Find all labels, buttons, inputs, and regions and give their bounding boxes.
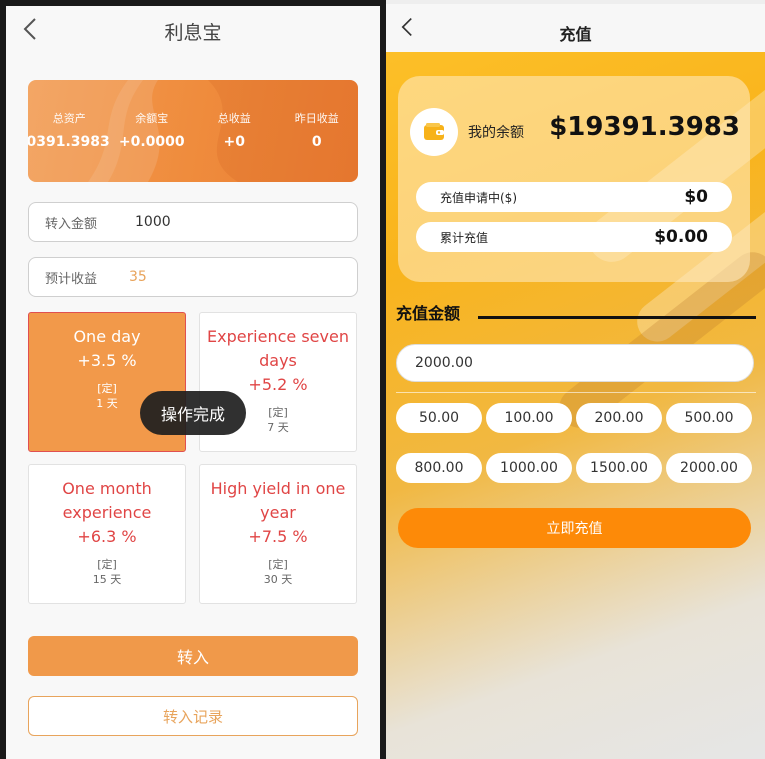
total-recharge-value: $0.00: [654, 227, 708, 247]
expected-income-label: 预计收益: [45, 271, 98, 287]
amount-chip[interactable]: 500.00: [666, 403, 752, 433]
amount-chip[interactable]: 2000.00: [666, 453, 752, 483]
right-header: 充值: [386, 0, 765, 52]
interest-treasure-page: 利息宝 总资产 20391.3983 余额宝 +0.0000 总收益 +: [6, 6, 380, 759]
plan-days: 15 天: [92, 573, 122, 586]
amount-chip[interactable]: 200.00: [576, 403, 662, 433]
plan-tag: [定]: [97, 558, 117, 571]
recharge-page: 充值 我的余额 $19391.3983 充值申请中($) $0 累计充值 $0.…: [386, 0, 765, 759]
screen: 利息宝 总资产 20391.3983 余额宝 +0.0000 总收益 +: [0, 0, 765, 759]
asset-label: 总资产: [52, 112, 86, 125]
pending-recharge-label: 充值申请中($): [440, 190, 517, 205]
plan-days: 30 天: [263, 573, 293, 586]
toast-message: 操作完成: [140, 391, 246, 435]
plan-name: Experience seven days: [207, 327, 349, 370]
plan-name: High yield in one year: [210, 479, 346, 522]
plan-card-one-month[interactable]: One month experience +6.3 % [定] 15 天: [28, 464, 186, 604]
transfer-amount-value[interactable]: 1000: [135, 214, 171, 230]
transfer-records-button[interactable]: 转入记录: [28, 696, 358, 736]
expected-income-field: 预计收益 35: [28, 257, 358, 297]
recharge-now-button[interactable]: 立即充值: [398, 508, 751, 548]
plan-name: One month experience: [62, 479, 152, 522]
expected-income-value: 35: [129, 269, 147, 285]
total-recharge-row: 累计充值 $0.00: [416, 222, 732, 252]
transfer-amount-field[interactable]: 转入金额 1000: [28, 202, 358, 242]
left-header: 利息宝: [6, 6, 380, 54]
transfer-in-button[interactable]: 转入: [28, 636, 358, 676]
page-title: 充值: [559, 25, 592, 44]
wallet-icon: [410, 108, 458, 156]
recharge-amount-input[interactable]: 2000.00: [396, 344, 754, 382]
asset-value: +0.0000: [118, 134, 185, 150]
amount-chip[interactable]: 1500.00: [576, 453, 662, 483]
amount-chip[interactable]: 100.00: [486, 403, 572, 433]
asset-value: +0: [223, 134, 245, 150]
asset-label: 昨日收益: [294, 112, 339, 125]
pending-recharge-row: 充值申请中($) $0: [416, 182, 732, 212]
balance-label: 我的余额: [468, 125, 524, 141]
divider: [396, 392, 756, 393]
plan-rate: +7.5 %: [248, 527, 308, 546]
asset-total: 总资产 20391.3983: [28, 110, 111, 150]
asset-value: 20391.3983: [28, 134, 110, 150]
wallet-card: 我的余额 $19391.3983 充值申请中($) $0 累计充值 $0.00: [398, 76, 750, 282]
asset-summary-card: 总资产 20391.3983 余额宝 +0.0000 总收益 +0 昨日收益 0: [28, 80, 358, 182]
plan-card-one-year[interactable]: High yield in one year +7.5 % [定] 30 天: [199, 464, 357, 604]
asset-label: 余额宝: [135, 112, 169, 125]
plan-rate: +3.5 %: [77, 351, 137, 370]
plan-tag: [定]: [268, 558, 288, 571]
transfer-amount-label: 转入金额: [45, 216, 98, 232]
amount-chip[interactable]: 800.00: [396, 453, 482, 483]
total-recharge-label: 累计充值: [440, 230, 489, 245]
pending-recharge-value: $0: [684, 187, 708, 207]
asset-value: 0: [311, 134, 322, 150]
plan-rate: +6.3 %: [77, 527, 137, 546]
amount-chip[interactable]: 1000.00: [486, 453, 572, 483]
balance-amount: $19391.3983: [549, 112, 740, 142]
asset-total-income: 总收益 +0: [193, 110, 276, 150]
asset-yesterday-income: 昨日收益 0: [276, 110, 359, 150]
asset-label: 总收益: [217, 112, 251, 125]
section-underline: [478, 316, 756, 319]
plan-name: One day: [73, 327, 141, 346]
recharge-amount-title: 充值金额: [396, 304, 461, 323]
asset-balance-treasure: 余额宝 +0.0000: [111, 110, 194, 150]
amount-chip[interactable]: 50.00: [396, 403, 482, 433]
page-title: 利息宝: [164, 22, 222, 44]
